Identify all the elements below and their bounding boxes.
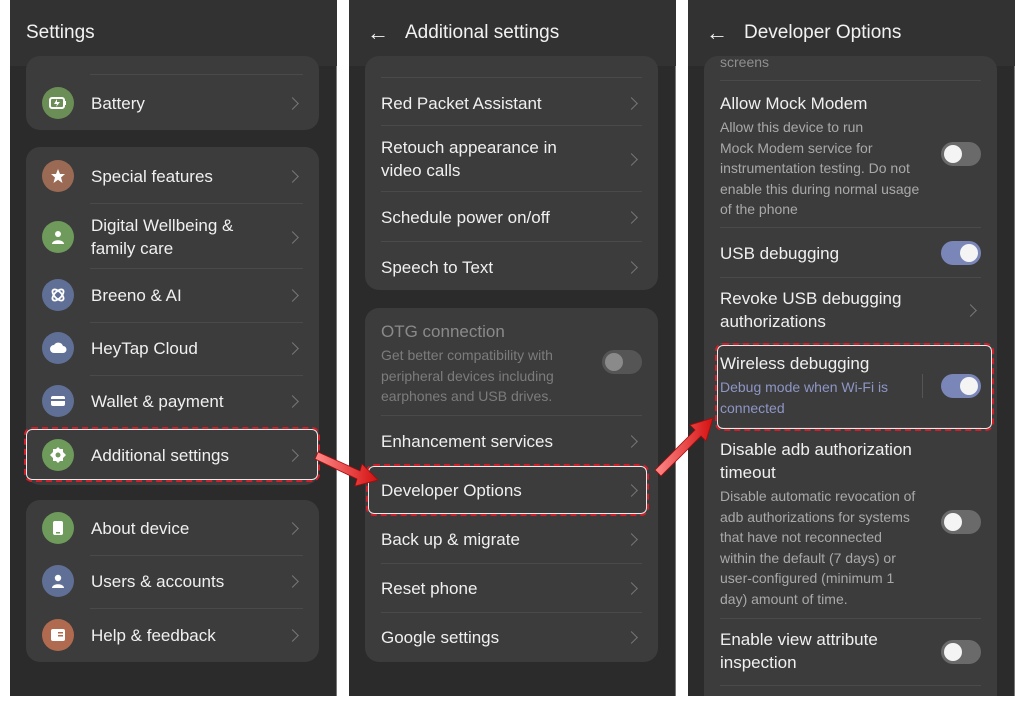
arrow-1 [314,451,379,487]
arrows-overlay [314,417,714,487]
arrow-2 [654,417,714,477]
